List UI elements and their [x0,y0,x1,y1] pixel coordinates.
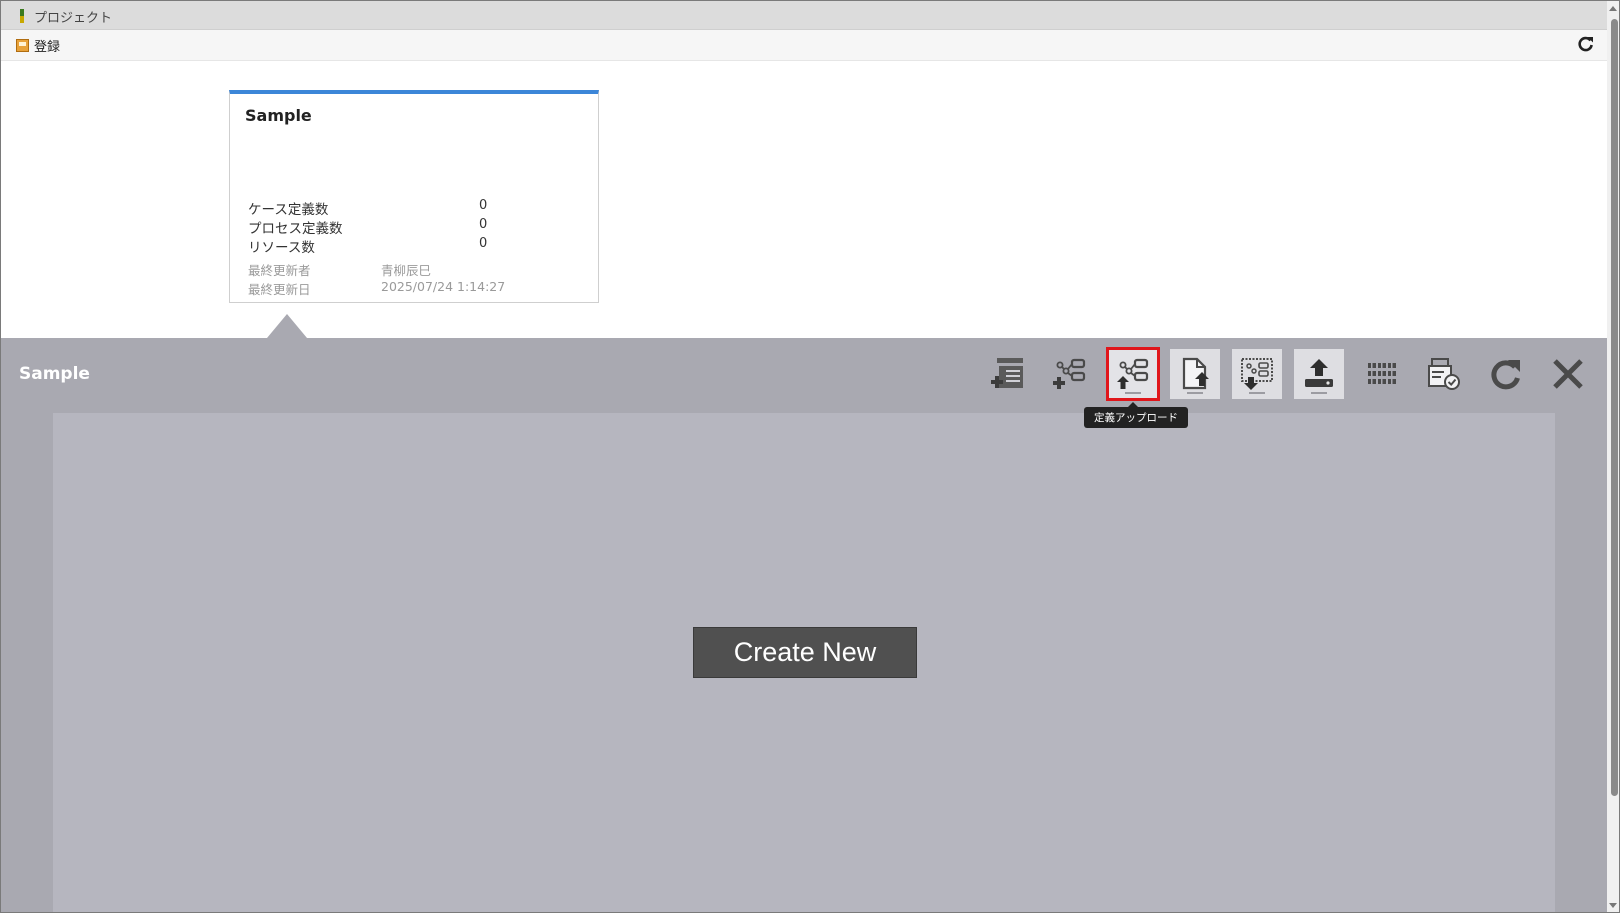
create-new-button[interactable]: Create New [693,627,917,678]
project-card[interactable]: Sample ケース定義数 0 プロセス定義数 0 リソース数 0 最終更新者 … [229,90,599,303]
add-case-definition-button[interactable] [983,349,1033,399]
upload-document-icon [1182,357,1209,390]
stat-label-process-definitions: プロセス定義数 [248,221,343,237]
stat-value-resources: 0 [479,236,488,251]
refresh-icon [1491,360,1520,390]
deploy-check-button[interactable] [1419,349,1469,399]
title-bar: プロジェクト [1,1,1619,30]
upload-definition-icon [1117,358,1149,389]
stat-value-case-definitions: 0 [479,198,488,213]
detail-panel: Sample [1,338,1607,912]
stat-label-resources: リソース数 [248,240,315,256]
grid-view-button[interactable] [1357,349,1407,399]
meta-value-last-updater: 青柳辰巳 [381,263,432,278]
toolbar: 登録 [1,30,1619,61]
register-icon [16,38,29,52]
add-process-definition-button[interactable] [1045,349,1095,399]
download-definition-button[interactable] [1232,349,1282,399]
upload-definition-button[interactable] [1106,347,1160,401]
refresh-panel-button[interactable] [1481,349,1531,399]
upload-icon [1305,359,1333,387]
app-window: プロジェクト 登録 Sample ケース定義数 0 プロセス定義数 0 リソース… [0,0,1620,913]
register-button[interactable]: 登録 [16,36,61,55]
tooltip: 定義アップロード [1084,402,1188,428]
meta-value-last-updated: 2025/07/24 1:14:27 [381,279,506,294]
meta-label-last-updater: 最終更新者 [248,263,311,278]
selection-pointer [267,314,307,338]
refresh-icon[interactable] [1577,35,1595,53]
panel-title: Sample [19,364,90,384]
scroll-down-arrow-icon[interactable] [1609,903,1617,908]
button-underline [1125,392,1141,394]
deploy-check-icon [1428,358,1460,390]
window-title: プロジェクト [34,11,113,26]
close-icon [1553,359,1583,389]
upload-document-button[interactable] [1170,349,1220,399]
add-process-definition-icon [1053,358,1086,389]
add-case-definition-icon [991,358,1023,388]
button-underline [1311,392,1327,394]
stat-value-process-definitions: 0 [479,217,488,232]
title-marker-icon [20,9,24,23]
button-underline [1187,392,1203,394]
meta-label-last-updated: 最終更新日 [248,282,311,297]
scroll-up-arrow-icon[interactable] [1609,6,1617,11]
register-label: 登録 [34,39,61,55]
upload-button[interactable] [1294,349,1344,399]
download-definition-icon [1241,358,1273,390]
close-panel-button[interactable] [1543,349,1593,399]
scroll-thumb[interactable] [1611,19,1618,796]
button-underline [1249,392,1265,394]
project-card-title: Sample [245,106,312,125]
stat-label-case-definitions: ケース定義数 [248,202,329,218]
vertical-scrollbar[interactable] [1607,1,1619,912]
grid-icon [1368,363,1396,384]
